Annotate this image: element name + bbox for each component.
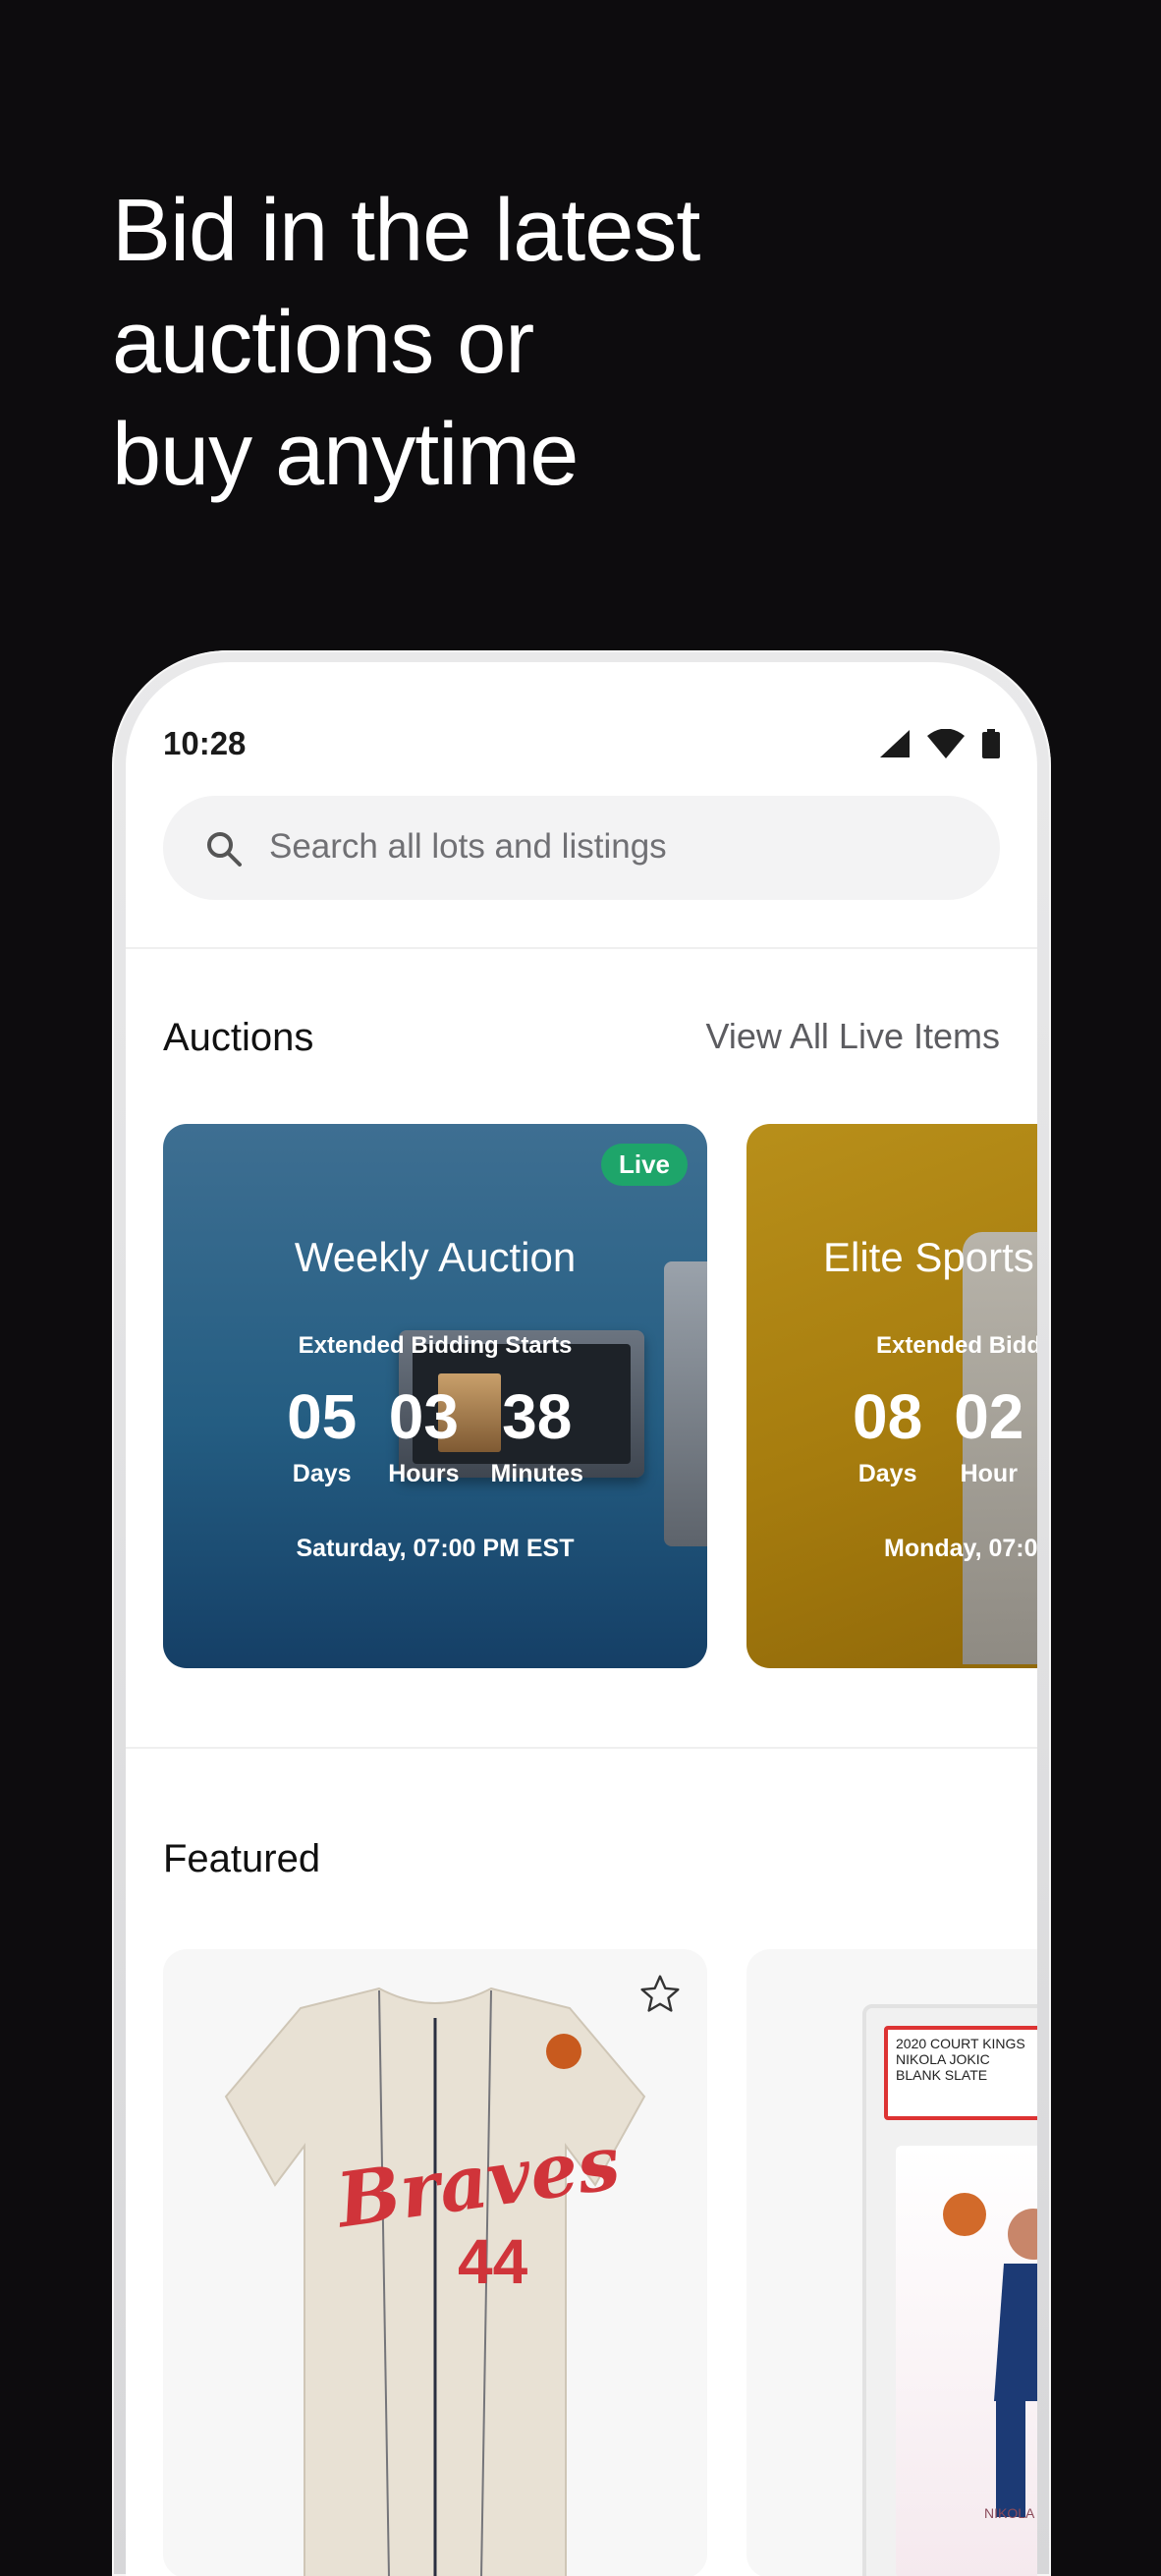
card-label-line: NIKOLA JOKIC xyxy=(896,2051,990,2067)
countdown-label: Minutes xyxy=(490,1460,583,1487)
status-icons xyxy=(880,729,1000,758)
search-bar[interactable]: Search all lots and listings xyxy=(163,796,1000,900)
auction-title: Weekly Auction xyxy=(294,1234,577,1280)
search-input[interactable]: Search all lots and listings xyxy=(269,827,667,867)
favorite-star-icon[interactable] xyxy=(638,1973,682,2016)
phone-frame: 10:28 Search all lots and listings Aucti… xyxy=(112,650,1051,2576)
countdown-value: 08 xyxy=(853,1381,923,1452)
countdown-label: Hour xyxy=(960,1460,1018,1487)
countdown-label: Days xyxy=(292,1460,352,1487)
divider xyxy=(126,1747,1037,1749)
countdown-hours: 03 Hours xyxy=(388,1381,459,1488)
card-caption: NIKOLA JO xyxy=(984,2505,1037,2521)
view-all-live-items-link[interactable]: View All Live Items xyxy=(706,1016,1000,1057)
featured-heading: Featured xyxy=(163,1837,321,1880)
status-time: 10:28 xyxy=(163,725,247,761)
countdown-label: Hours xyxy=(388,1460,460,1487)
auctions-heading: Auctions xyxy=(163,1016,314,1059)
weekly-auction-card[interactable]: Live Weekly Auction Extended Bidding Sta… xyxy=(163,1124,707,1668)
headline-line-3: buy anytime xyxy=(112,406,579,504)
headline-line-1: Bid in the latest xyxy=(112,182,700,280)
countdown-value: 02 xyxy=(954,1381,1024,1452)
countdown-value: 03 xyxy=(388,1381,459,1452)
headline-line-2: auctions or xyxy=(112,294,534,392)
card-label-line: 2020 COURT KINGS xyxy=(896,2036,1025,2051)
featured-item-jersey[interactable]: Braves 44 xyxy=(163,1949,707,2576)
status-bar: 10:28 xyxy=(126,717,1037,776)
auction-subtitle: Extended Bidding Starts xyxy=(298,1332,573,1359)
auction-title: Elite Sports xyxy=(823,1234,1034,1280)
battery-icon xyxy=(982,729,1000,758)
countdown-days: 08 Days xyxy=(853,1381,922,1488)
graded-card-image: 2020 COURT KINGS NIKOLA JOKIC BLANK SLAT… xyxy=(862,2004,1037,2576)
headline: Bid in the latest auctions or buy anytim… xyxy=(112,175,700,511)
card-label-line: BLANK SLATE xyxy=(896,2067,988,2083)
phone-screen: 10:28 Search all lots and listings Aucti… xyxy=(126,662,1037,2576)
countdown-hours: 02 Hour xyxy=(954,1381,1023,1488)
auction-subtitle: Extended Bidd xyxy=(876,1332,1037,1359)
countdown-value: 05 xyxy=(287,1381,358,1452)
divider xyxy=(126,947,1037,949)
countdown: 05 Days 03 Hours 38 Minutes xyxy=(163,1381,707,1488)
auction-date: Saturday, 07:00 PM EST xyxy=(296,1535,575,1562)
jersey-image: Braves 44 xyxy=(224,1987,646,2576)
cell-signal-icon xyxy=(880,730,910,757)
countdown-label: Days xyxy=(857,1460,917,1487)
search-icon xyxy=(207,832,242,867)
card-grade-label: 2020 COURT KINGS NIKOLA JOKIC BLANK SLAT… xyxy=(884,2026,1037,2120)
featured-item-trading-card[interactable]: 2020 COURT KINGS NIKOLA JOKIC BLANK SLAT… xyxy=(746,1949,1037,2576)
countdown-days: 05 Days xyxy=(287,1381,357,1488)
live-badge: Live xyxy=(600,1144,688,1186)
countdown-value: 38 xyxy=(502,1381,573,1452)
elite-sports-auction-card[interactable]: Elite Sports Extended Bidd 08 Days 02 Ho… xyxy=(746,1124,1037,1668)
wifi-icon xyxy=(927,729,965,758)
countdown-minutes: 38 Minutes xyxy=(490,1381,582,1488)
jersey-number-text: 44 xyxy=(458,2226,528,2297)
auction-date: Monday, 07:0 xyxy=(884,1535,1037,1562)
countdown: 08 Days 02 Hour xyxy=(853,1381,1037,1488)
